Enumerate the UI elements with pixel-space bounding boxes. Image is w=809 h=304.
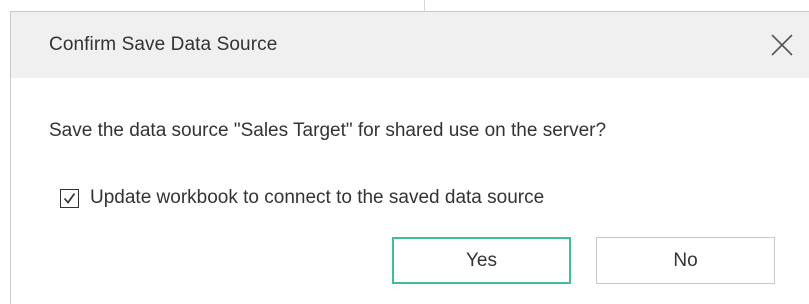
update-workbook-checkbox[interactable]: [60, 188, 79, 208]
dialog-title: Confirm Save Data Source: [49, 34, 278, 55]
update-workbook-label[interactable]: Update workbook to connect to the saved …: [90, 187, 544, 209]
yes-button[interactable]: Yes: [392, 237, 571, 284]
checkmark-icon: [63, 192, 76, 204]
close-button[interactable]: [767, 30, 797, 60]
update-workbook-option: Update workbook to connect to the saved …: [60, 185, 544, 211]
dialog-titlebar: Confirm Save Data Source: [11, 12, 809, 78]
screen: Confirm Save Data Source Save the data s…: [0, 0, 809, 304]
close-icon: [771, 34, 793, 56]
no-button[interactable]: No: [596, 237, 775, 284]
dialog-message: Save the data source "Sales Target" for …: [49, 120, 607, 141]
confirm-save-dialog: Confirm Save Data Source Save the data s…: [10, 11, 809, 304]
background-window: [0, 0, 809, 8]
